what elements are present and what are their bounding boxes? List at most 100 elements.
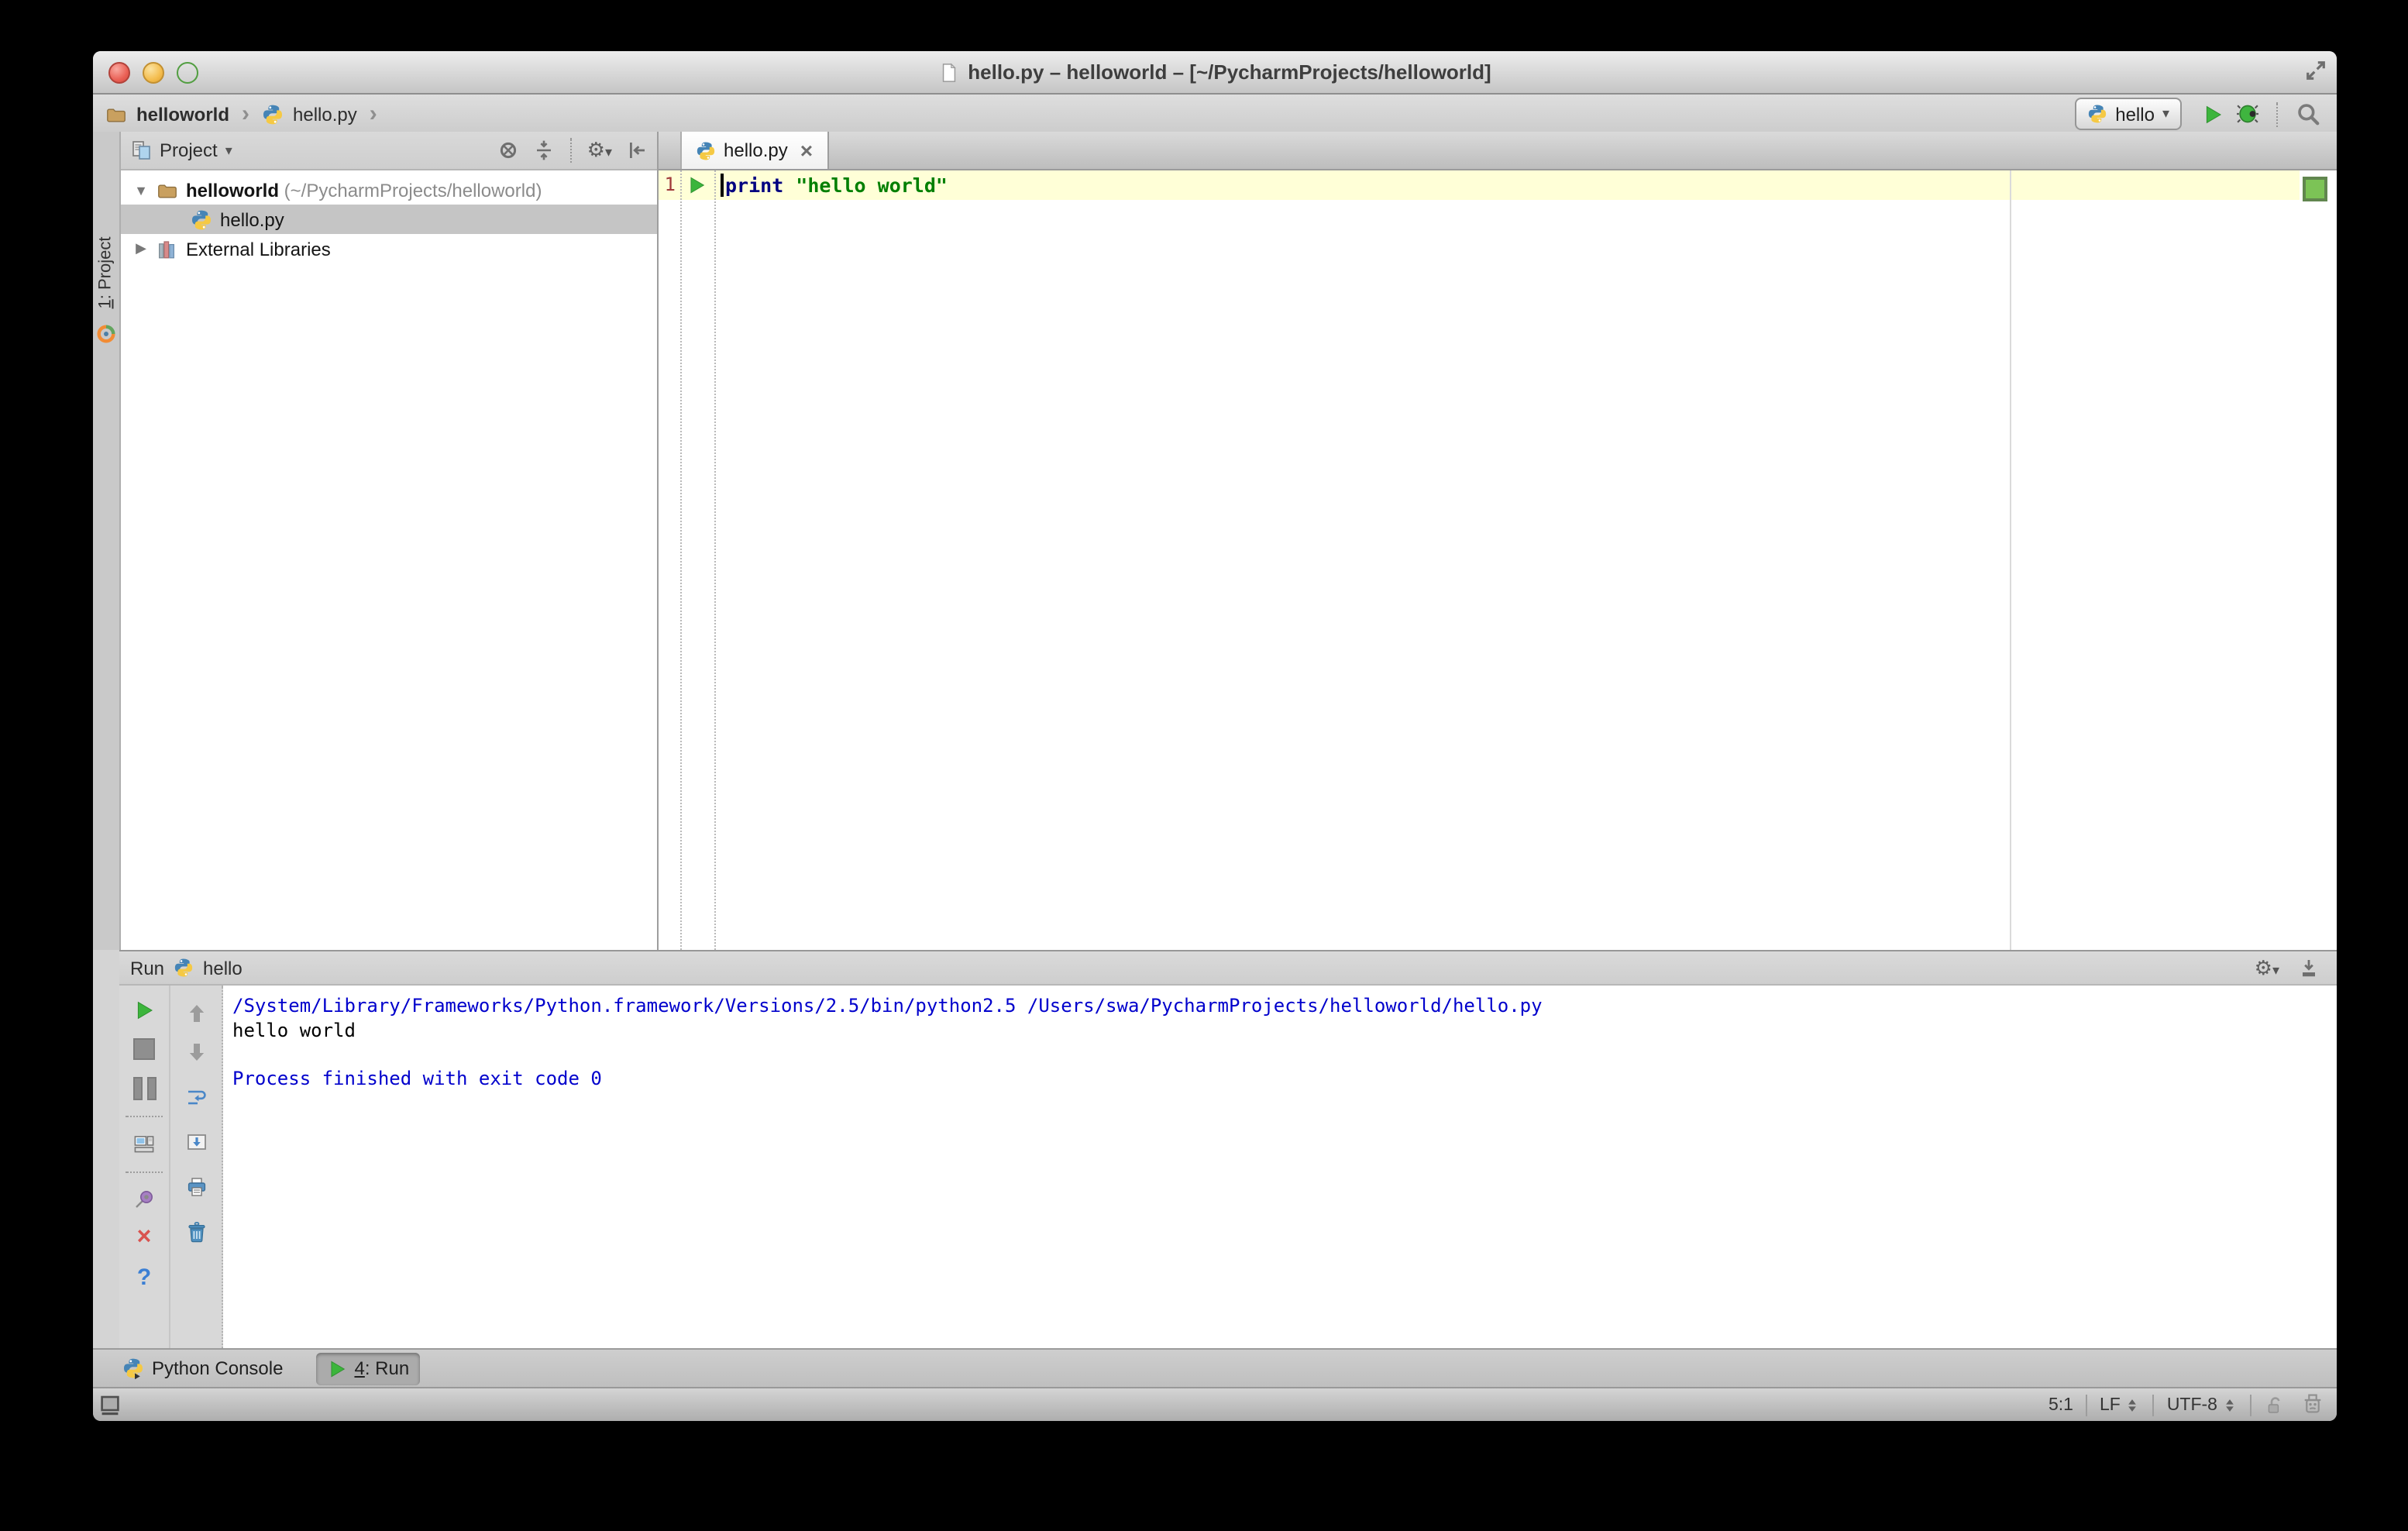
run-tool-window: Run hello ⚙▾ × ? /System/Library/Framewo… [119,950,2337,1348]
status-bar: 5:1 LF UTF-8 [93,1387,2337,1421]
minimize-window-button[interactable] [143,61,164,83]
run-tool-window-button[interactable]: 4: Run [315,1352,421,1385]
close-window-button[interactable] [108,61,130,83]
breadcrumb: helloworld › hello.py › [105,102,380,126]
breadcrumb-project[interactable]: helloworld [136,103,229,125]
status-separator [2152,1394,2155,1416]
inspection-profile-icon[interactable] [2301,1393,2324,1416]
project-panel-title[interactable]: Project [160,139,218,161]
clear-all-button[interactable] [170,1216,222,1247]
project-stripe-button[interactable]: 1: Project [93,218,119,327]
caret-position-widget[interactable]: 5:1 [2049,1395,2073,1414]
tree-row-project-root[interactable]: ▼ helloworld (~/PycharmProjects/hellowor… [121,175,657,205]
hide-panel-icon[interactable] [626,139,648,161]
run-configuration-select[interactable]: hello ▾ [2075,98,2182,130]
collapsed-arrow-icon[interactable]: ▶ [133,240,149,257]
soft-wrap-button[interactable] [170,1082,222,1113]
run-panel-actions: ⚙▾ [2255,957,2326,979]
close-panel-button[interactable]: × [119,1223,169,1254]
dock-panel-icon[interactable] [2298,957,2320,979]
tool-window-bar: Python Console 4: Run [93,1348,2337,1387]
left-tool-stripe: 1: Project [93,132,121,950]
expanded-arrow-icon[interactable]: ▼ [133,182,149,198]
stop-icon [133,1038,155,1060]
pause-output-button[interactable] [119,1072,169,1103]
chevron-down-icon[interactable]: ▾ [225,143,232,157]
settings-gear-button[interactable]: ⚙▾ [2255,957,2279,979]
help-icon: ? [136,1264,152,1290]
status-bar-widgets: 5:1 LF UTF-8 [2049,1393,2324,1416]
code-string: "hello world" [796,174,948,197]
folder-icon [157,179,178,201]
editor-body[interactable]: 1 print "hello world" [659,170,2337,950]
title-bar[interactable]: hello.py – helloworld – [~/PycharmProjec… [93,51,2337,95]
fullscreen-icon[interactable] [2304,59,2327,82]
inspection-status-indicator[interactable] [2303,177,2327,201]
window-title-text: hello.py – helloworld – [~/PycharmProjec… [968,60,1491,84]
close-tab-icon[interactable]: × [800,139,813,161]
trash-icon [185,1221,207,1243]
python-file-icon [262,103,284,125]
tree-row-external-libraries[interactable]: ▶ External Libraries [121,234,657,263]
bug-icon [2235,102,2258,126]
tree-row-hello-py[interactable]: hello.py [121,205,657,234]
gear-icon: ⚙ [587,138,605,161]
breadcrumb-file[interactable]: hello.py [293,103,357,125]
stop-button[interactable] [119,1034,169,1065]
project-tool-window: Project ▾ ⚙▾ ▼ helloworld (~/PycharmProj… [121,132,659,950]
chevron-down-icon: ▾ [604,144,612,160]
project-stripe-label: 1: Project [97,236,116,309]
zoom-window-button[interactable] [177,61,198,83]
pycharm-window: hello.py – helloworld – [~/PycharmProjec… [93,51,2337,1421]
run-console-output[interactable]: /System/Library/Frameworks/Python.framew… [223,986,2337,1348]
help-button[interactable]: ? [119,1261,169,1292]
code-line[interactable]: print "hello world" [725,170,948,200]
tab-label: hello.py [724,139,788,161]
right-margin-guide [2010,170,2011,950]
run-panel-body: × ? /System/Library/Frameworks/Python.fr… [119,986,2337,1348]
pin-tab-button[interactable] [119,1184,169,1215]
libraries-icon [157,238,178,260]
search-button[interactable] [2290,97,2324,131]
run-button[interactable] [2196,97,2230,131]
down-stack-trace-button[interactable] [170,1037,222,1068]
arrow-down-icon [185,1041,207,1063]
restore-layout-button[interactable] [119,1128,169,1159]
encoding-widget[interactable]: UTF-8 [2167,1395,2238,1414]
print-button[interactable] [170,1171,222,1202]
scroll-to-end-button[interactable] [170,1127,222,1158]
window-title: hello.py – helloworld – [~/PycharmProjec… [938,60,1491,84]
toggle-toolbars-icon[interactable] [99,1394,121,1416]
console-line: hello world [232,1019,356,1041]
debug-button[interactable] [2230,97,2264,131]
gutter-separator [714,170,716,950]
printer-icon [185,1176,207,1198]
python-console-button[interactable]: Python Console [112,1352,294,1385]
line-number[interactable]: 1 [659,170,676,200]
project-panel-actions: ⚙▾ [497,138,648,163]
run-panel-config-name[interactable]: hello [203,957,243,979]
collapse-all-icon[interactable] [533,139,555,161]
pin-icon [133,1189,155,1210]
pycharm-logo-icon [96,324,116,344]
python-file-icon [696,140,716,160]
tree-row-label: hello.py [220,208,284,230]
lock-icon[interactable] [2264,1394,2286,1416]
arrow-up-icon [185,1003,207,1024]
line-separator-widget[interactable]: LF [2100,1395,2141,1414]
spinner-arrows-icon [2125,1397,2141,1412]
editor-area: hello.py × 1 print "hello world" [659,132,2337,950]
rerun-button[interactable] [119,995,169,1026]
locate-icon[interactable] [497,139,519,161]
up-stack-trace-button[interactable] [170,998,222,1029]
settings-gear-button[interactable]: ⚙▾ [587,139,612,161]
document-icon [938,61,958,83]
tree-row-label: External Libraries [186,238,331,260]
run-line-marker-icon[interactable] [686,175,707,195]
python-console-icon [122,1357,144,1379]
tab-hello-py[interactable]: hello.py × [680,132,829,169]
console-layout-icon [133,1133,155,1154]
run-icon [133,999,155,1021]
toolbar-separator [2276,101,2278,126]
